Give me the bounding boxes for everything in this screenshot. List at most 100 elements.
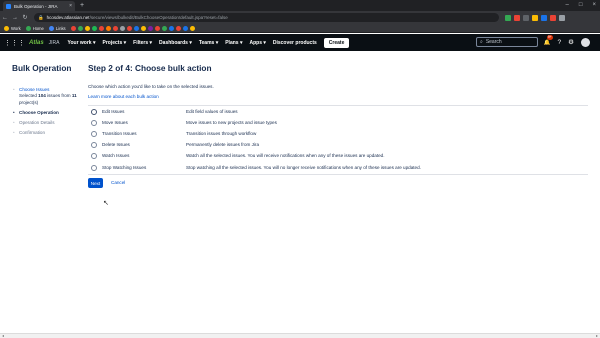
learn-more-link[interactable]: Learn more about each bulk action bbox=[88, 94, 159, 99]
operation-label: Transition Issues bbox=[102, 131, 137, 136]
extension-icon[interactable] bbox=[523, 14, 529, 21]
notifications-icon[interactable]: 🔔 9+ bbox=[544, 35, 553, 48]
operation-label: Delete Issues bbox=[102, 142, 130, 147]
operation-description: Watch all the selected issues. You will … bbox=[186, 153, 385, 158]
scroll-right-icon[interactable]: ▸ bbox=[596, 333, 598, 338]
summary-mid: issues from bbox=[45, 93, 72, 98]
bookmark-favicon-icon[interactable] bbox=[105, 25, 111, 31]
browser-tab[interactable]: Bulk Operation - JIRA × bbox=[3, 1, 75, 11]
operation-row-transition[interactable]: Transition Issues Transition issues thro… bbox=[88, 128, 588, 139]
operation-row-stop-watching[interactable]: Stop Watching Issues Stop watching all t… bbox=[88, 162, 588, 173]
cancel-link[interactable]: Cancel bbox=[111, 180, 125, 185]
operation-label: Stop Watching Issues bbox=[102, 165, 147, 170]
bookmark-favicon-icon[interactable] bbox=[98, 25, 104, 31]
nav-plans[interactable]: Plans ▾ bbox=[225, 40, 242, 46]
bookmark-favicon-icon[interactable] bbox=[126, 25, 132, 31]
bookmark-favicon-icon[interactable] bbox=[91, 25, 97, 31]
bookmark-favicon-icon[interactable] bbox=[140, 25, 146, 31]
bookmark-home[interactable]: Home bbox=[25, 25, 44, 31]
radio-watch-issues[interactable] bbox=[91, 152, 97, 159]
jira-favicon-icon bbox=[6, 3, 11, 9]
next-button[interactable]: Next bbox=[88, 178, 103, 188]
step-label: Choose Issues bbox=[19, 87, 50, 92]
search-input[interactable]: ⌕ Search bbox=[476, 37, 538, 47]
horizontal-scrollbar[interactable]: ◂ ▸ bbox=[0, 333, 600, 338]
operation-label: Edit Issues bbox=[102, 109, 125, 114]
search-placeholder: Search bbox=[485, 39, 502, 45]
bookmark-favicon-icon[interactable] bbox=[161, 25, 167, 31]
bookmark-favicon-icon[interactable] bbox=[168, 25, 174, 31]
bookmark-links[interactable]: Links bbox=[48, 25, 66, 31]
address-bar[interactable]: 🔒 hcosdev.atlassian.net /secure/views/bu… bbox=[34, 13, 499, 22]
extension-icon[interactable] bbox=[514, 14, 520, 21]
close-window-icon[interactable]: × bbox=[592, 0, 596, 10]
scroll-left-icon[interactable]: ◂ bbox=[2, 333, 4, 338]
step-confirmation: • Confirmation bbox=[13, 130, 45, 135]
url-host: hcosdev.atlassian.net bbox=[46, 15, 90, 20]
radio-move-issues[interactable] bbox=[91, 119, 97, 126]
radio-edit-issues[interactable] bbox=[91, 108, 97, 115]
nav-dashboards[interactable]: Dashboards ▾ bbox=[159, 40, 192, 46]
site-logo[interactable]: Atlas bbox=[29, 40, 44, 46]
minimize-icon[interactable]: – bbox=[566, 0, 569, 10]
bookmark-favicon-icon[interactable] bbox=[182, 25, 188, 31]
step-choose-issues[interactable]: • Choose Issues bbox=[13, 87, 49, 92]
app-switcher-icon[interactable]: ⋮⋮⋮ bbox=[4, 39, 25, 47]
radio-stop-watching-issues[interactable] bbox=[91, 164, 97, 171]
nav-filters[interactable]: Filters ▾ bbox=[133, 40, 152, 46]
url-path: /secure/views/bulkedit/BulkChooseOperati… bbox=[89, 15, 228, 20]
bookmark-favicon-icon[interactable] bbox=[147, 25, 153, 31]
extension-icon[interactable] bbox=[541, 14, 547, 21]
operation-row-watch[interactable]: Watch Issues Watch all the selected issu… bbox=[88, 150, 588, 161]
new-tab-button[interactable]: + bbox=[80, 1, 84, 10]
bookmark-favicon-icon[interactable] bbox=[119, 25, 125, 31]
search-icon: ⌕ bbox=[480, 39, 483, 45]
bookmark-favicon-icon[interactable] bbox=[84, 25, 90, 31]
operation-description: Transition issues through workflow bbox=[186, 131, 257, 136]
help-icon[interactable]: ? bbox=[558, 38, 562, 48]
operation-row-edit[interactable]: Edit Issues Edit field values of issues bbox=[88, 106, 588, 117]
selected-issue-count: 104 bbox=[38, 93, 46, 98]
mouse-cursor-icon: ↖ bbox=[103, 200, 109, 207]
bookmark-favicon-icon[interactable] bbox=[133, 25, 139, 31]
folder-icon bbox=[25, 25, 31, 31]
operation-row-delete[interactable]: Delete Issues Permanently delete issues … bbox=[88, 139, 588, 150]
extension-icon[interactable] bbox=[505, 14, 511, 21]
nav-teams[interactable]: Teams ▾ bbox=[199, 40, 218, 46]
radio-delete-issues[interactable] bbox=[91, 141, 97, 148]
nav-your-work[interactable]: Your work ▾ bbox=[68, 40, 96, 46]
bookmark-favicon-icon[interactable] bbox=[154, 25, 160, 31]
operation-row-move[interactable]: Move Issues Move issues to new projects … bbox=[88, 117, 588, 128]
bookmark-work[interactable]: Work bbox=[4, 25, 21, 31]
intro-text: Choose which action you'd like to take o… bbox=[88, 84, 214, 89]
maximize-icon[interactable]: □ bbox=[579, 0, 583, 10]
tab-close-icon[interactable]: × bbox=[69, 3, 72, 9]
forward-arrow-icon[interactable]: → bbox=[10, 15, 20, 21]
bookmark-favicon-icon[interactable] bbox=[189, 25, 195, 31]
extension-icon[interactable] bbox=[532, 14, 538, 21]
step-operation-details: • Operation Details bbox=[13, 120, 55, 125]
folder-icon bbox=[48, 25, 54, 31]
bookmark-favicon-icon[interactable] bbox=[77, 25, 83, 31]
extension-icons bbox=[505, 14, 565, 21]
selected-summary: Selected 104 issues from 11 project(s) bbox=[19, 93, 81, 106]
radio-transition-issues[interactable] bbox=[91, 130, 97, 137]
extension-icon[interactable] bbox=[559, 14, 565, 21]
nav-discover-products[interactable]: Discover products bbox=[273, 40, 317, 46]
bookmark-favicon-icon[interactable] bbox=[112, 25, 118, 31]
create-button[interactable]: Create bbox=[323, 37, 350, 48]
back-arrow-icon[interactable]: ← bbox=[0, 15, 10, 21]
step-choose-operation: • Choose Operation bbox=[13, 110, 59, 115]
operation-description: Move issues to new projects and issue ty… bbox=[186, 120, 277, 125]
summary-suffix: project(s) bbox=[19, 99, 39, 105]
extension-icon[interactable] bbox=[550, 14, 556, 21]
nav-apps[interactable]: Apps ▾ bbox=[249, 40, 265, 46]
settings-gear-icon[interactable]: ⚙ bbox=[568, 38, 574, 48]
product-name[interactable]: JIRA bbox=[49, 40, 60, 46]
avatar[interactable] bbox=[581, 38, 590, 47]
bookmark-favicon-icon[interactable] bbox=[70, 25, 76, 31]
reload-icon[interactable]: ↻ bbox=[20, 14, 30, 21]
bookmark-icons bbox=[70, 25, 195, 31]
bookmark-favicon-icon[interactable] bbox=[175, 25, 181, 31]
nav-projects[interactable]: Projects ▾ bbox=[103, 40, 127, 46]
